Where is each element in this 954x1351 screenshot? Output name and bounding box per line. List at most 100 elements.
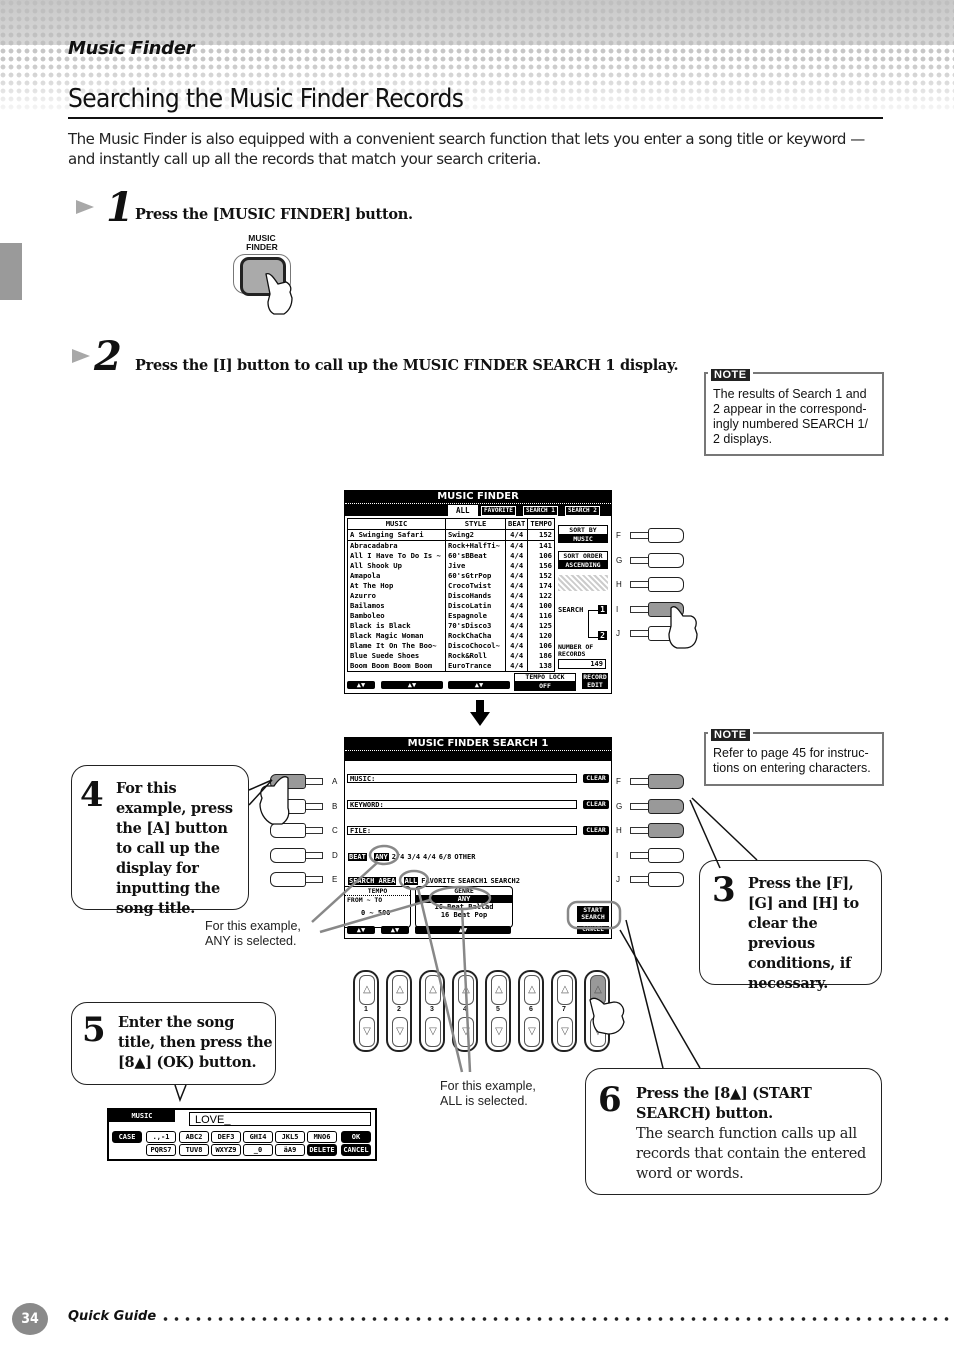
search-area-option[interactable]: SEARCH2 bbox=[490, 877, 520, 885]
record-row[interactable]: Bailamos DiscoLatin 4/4 100 bbox=[346, 601, 555, 611]
file-field[interactable]: FILE: bbox=[347, 826, 577, 835]
clear-keyword-button[interactable]: CLEAR bbox=[583, 800, 609, 809]
tab-search-1[interactable]: SEARCH 1 bbox=[523, 506, 558, 516]
tab-search-2[interactable]: SEARCH 2 bbox=[565, 506, 600, 516]
char-key[interactable]: JKL5 bbox=[275, 1131, 305, 1143]
char-key[interactable]: CASE bbox=[112, 1131, 142, 1143]
record-row[interactable]: Black Magic Woman RockChaCha 4/4 120 bbox=[346, 631, 555, 641]
beat-option[interactable]: ANY bbox=[374, 853, 389, 861]
char-key[interactable]: DEF3 bbox=[211, 1131, 241, 1143]
number-button-1[interactable]: △ 1 ▽ bbox=[353, 970, 379, 1052]
beat-option[interactable]: 4/4 bbox=[423, 853, 436, 861]
search-area-option[interactable]: SEARCH1 bbox=[458, 877, 488, 885]
panel-button-cap[interactable] bbox=[648, 552, 684, 568]
column-header-style[interactable]: STYLE bbox=[445, 518, 507, 530]
record-row[interactable]: Black is Black 70'sDisco3 4/4 125 bbox=[346, 621, 555, 631]
up-arrow-icon[interactable]: △ bbox=[392, 975, 408, 1005]
down-arrow-icon[interactable]: ▽ bbox=[425, 1017, 441, 1047]
tempo-range[interactable]: 0 ~ 500 bbox=[345, 909, 410, 917]
record-row[interactable]: Abracadabra Rock+HalfTi~ 4/4 141 bbox=[346, 540, 555, 551]
char-key[interactable]: OK bbox=[341, 1131, 371, 1143]
char-key[interactable]: ABC2 bbox=[179, 1131, 209, 1143]
record-row[interactable]: Boom Boom Boom Boom EuroTrance 4/4 138 bbox=[346, 661, 555, 672]
char-key[interactable]: _0 bbox=[243, 1144, 273, 1156]
down-arrow-icon[interactable]: ▽ bbox=[359, 1017, 375, 1047]
panel-button-cap[interactable] bbox=[648, 528, 684, 543]
number-button-6[interactable]: △ 6 ▽ bbox=[518, 970, 544, 1052]
scroll-button-2[interactable]: ▲▼ bbox=[381, 681, 443, 689]
number-button-7[interactable]: △ 7 ▽ bbox=[551, 970, 577, 1052]
char-key[interactable]: TUV8 bbox=[179, 1144, 209, 1156]
down-arrow-icon[interactable]: ▽ bbox=[491, 1017, 507, 1047]
panel-button-cap[interactable] bbox=[648, 872, 684, 887]
beat-option[interactable]: 6/8 bbox=[439, 853, 452, 861]
record-row[interactable]: Azurro DiscoHands 4/4 122 bbox=[346, 591, 555, 601]
up-arrow-icon[interactable]: △ bbox=[524, 975, 540, 1005]
record-edit-button[interactable]: RECORD EDIT bbox=[582, 673, 608, 689]
char-key[interactable]: GHI4 bbox=[243, 1131, 273, 1143]
scroll-button-1[interactable]: ▲▼ bbox=[347, 681, 375, 689]
tab-all[interactable]: ALL bbox=[448, 505, 478, 516]
char-key[interactable]: PQRS7 bbox=[146, 1144, 176, 1156]
down-arrow-icon[interactable]: ▽ bbox=[557, 1017, 573, 1047]
panel-button-cap[interactable] bbox=[270, 847, 306, 863]
clear-music-button[interactable]: CLEAR bbox=[583, 774, 609, 783]
char-key[interactable]: .,-1 bbox=[146, 1131, 176, 1143]
genre-item[interactable]: ANY bbox=[416, 895, 512, 903]
beat-option[interactable]: OTHER bbox=[454, 853, 475, 861]
tempo-to-button[interactable]: ▲▼ bbox=[381, 926, 409, 934]
column-header-tempo[interactable]: TEMPO bbox=[527, 518, 555, 530]
panel-button-cap[interactable] bbox=[648, 577, 684, 592]
beat-selector[interactable]: BEAT ANY 2/4 3/4 4/4 6/8 OTHER bbox=[348, 853, 475, 861]
record-row[interactable]: At The Hop CrocoTwist 4/4 174 bbox=[346, 581, 555, 591]
scroll-button-3[interactable]: ▲▼ bbox=[448, 681, 510, 689]
column-header-beat[interactable]: BEAT bbox=[505, 518, 529, 530]
clear-file-button[interactable]: CLEAR bbox=[583, 826, 609, 835]
up-arrow-icon[interactable]: △ bbox=[425, 975, 441, 1005]
tab-favorite[interactable]: FAVORITE bbox=[481, 506, 516, 516]
sort-by-control[interactable]: SORT BY MUSIC bbox=[558, 525, 608, 543]
record-row[interactable]: Blame It On The Boo~ DiscoChocol~ 4/4 106 bbox=[346, 641, 555, 651]
char-key[interactable]: äA9 bbox=[275, 1144, 305, 1156]
search-2-badge[interactable]: 2 bbox=[598, 631, 607, 640]
down-arrow-icon[interactable]: ▽ bbox=[524, 1017, 540, 1047]
number-button-3[interactable]: △ 3 ▽ bbox=[419, 970, 445, 1052]
beat-option[interactable]: 3/4 bbox=[407, 853, 420, 861]
search-area-option[interactable]: FAVORITE bbox=[421, 877, 455, 885]
panel-button-cap[interactable] bbox=[648, 798, 684, 814]
search-area-selector[interactable]: SEARCH AREA ALL FAVORITE SEARCH1 SEARCH2 bbox=[348, 877, 520, 885]
char-key[interactable]: DELETE bbox=[307, 1144, 337, 1156]
genre-item[interactable]: 16 Beat Ballad bbox=[416, 903, 512, 911]
down-arrow-icon[interactable]: ▽ bbox=[392, 1017, 408, 1047]
panel-button-cap[interactable] bbox=[648, 823, 684, 838]
number-button-2[interactable]: △ 2 ▽ bbox=[386, 970, 412, 1052]
char-key[interactable]: MNO6 bbox=[307, 1131, 337, 1143]
keyword-field[interactable]: KEYWORD: bbox=[347, 800, 577, 809]
sort-order-control[interactable]: SORT ORDER ASCENDING bbox=[558, 551, 608, 569]
record-row[interactable]: Blue Suede Shoes Rock&Roll 4/4 186 bbox=[346, 651, 555, 661]
genre-scroll-button[interactable]: ▲▼ bbox=[415, 926, 511, 934]
up-arrow-icon[interactable]: △ bbox=[491, 975, 507, 1005]
number-button-4[interactable]: △ 4 ▽ bbox=[452, 970, 478, 1052]
panel-button-cap[interactable] bbox=[648, 774, 684, 789]
tempo-lock-control[interactable]: TEMPO LOCK OFF bbox=[514, 673, 576, 691]
number-button-5[interactable]: △ 5 ▽ bbox=[485, 970, 511, 1052]
up-arrow-icon[interactable]: △ bbox=[359, 975, 375, 1005]
char-key[interactable]: WXYZ9 bbox=[211, 1144, 241, 1156]
down-arrow-icon[interactable]: ▽ bbox=[458, 1017, 474, 1047]
start-search-button[interactable]: START SEARCH bbox=[577, 906, 609, 922]
record-row[interactable]: A Swinging Safari Swing2 4/4 152 bbox=[346, 529, 555, 541]
search-1-badge[interactable]: 1 bbox=[598, 605, 607, 614]
tempo-from-button[interactable]: ▲▼ bbox=[347, 926, 375, 934]
up-arrow-icon[interactable]: △ bbox=[458, 975, 474, 1005]
music-field[interactable]: MUSIC: bbox=[347, 774, 577, 783]
record-row[interactable]: All Shook Up Jive 4/4 156 bbox=[346, 561, 555, 571]
up-arrow-icon[interactable]: △ bbox=[557, 975, 573, 1005]
record-row[interactable]: Amapola 60'sGtrPop 4/4 152 bbox=[346, 571, 555, 581]
cancel-button[interactable]: CANCEL bbox=[577, 926, 609, 934]
column-header-music[interactable]: MUSIC bbox=[346, 518, 447, 530]
panel-button-cap[interactable] bbox=[270, 872, 306, 887]
search-area-option[interactable]: ALL bbox=[403, 877, 419, 885]
char-key[interactable]: CANCEL bbox=[341, 1144, 371, 1156]
beat-option[interactable]: 2/4 bbox=[392, 853, 405, 861]
